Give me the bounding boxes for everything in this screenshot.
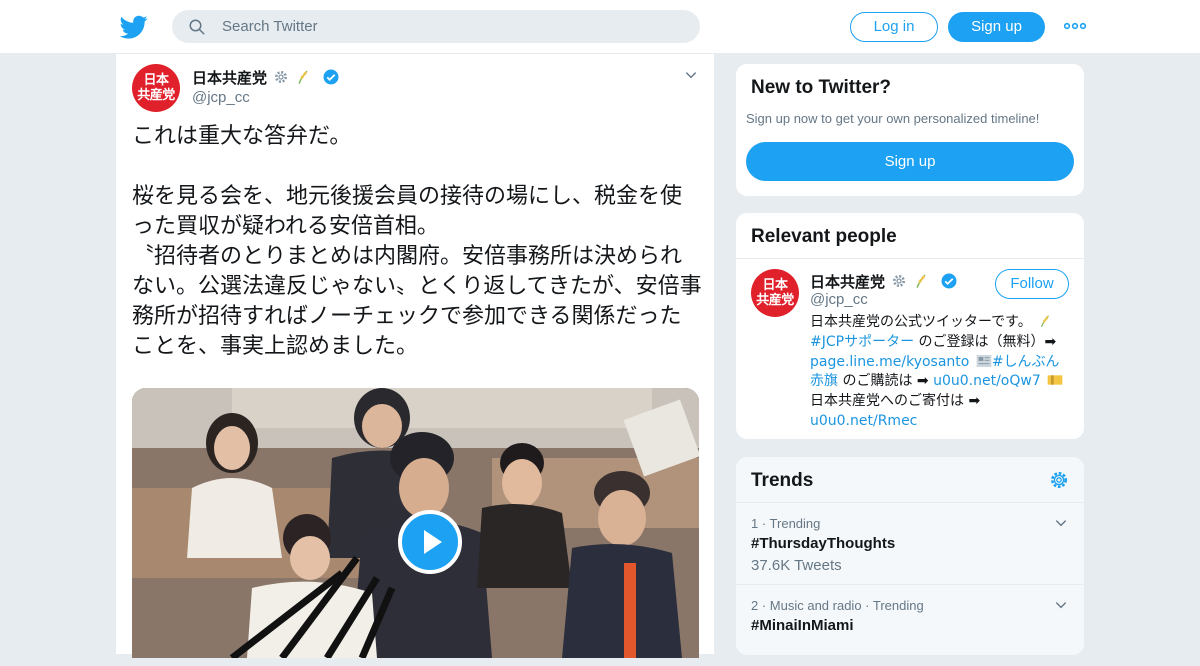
trend-name[interactable]: #MinaiInMiami <box>751 617 854 634</box>
top-navigation-bar: Log in Sign up <box>0 0 1200 54</box>
tweet-video[interactable] <box>132 388 699 658</box>
relevant-people-title: Relevant people <box>751 226 897 247</box>
bio-text: のご登録は（無料）➡ <box>914 333 1057 350</box>
url-link[interactable]: page.line.me/kyosanto <box>810 354 969 370</box>
tweet-text: これは重大な答弁だ。 桜を見る会を、地元後援会員の接待の場にし、税金を使った買収… <box>132 124 702 359</box>
author-name[interactable]: 日本共産党 <box>192 67 340 88</box>
trend-meta: 2 · Music and radio · Trending <box>751 598 924 613</box>
signup-button[interactable]: Sign up <box>948 12 1045 42</box>
play-icon <box>424 530 442 554</box>
gear-emoji-icon <box>275 71 288 83</box>
verified-badge-icon <box>323 69 339 85</box>
gear-emoji-icon <box>893 275 906 287</box>
author-name-text: 日本共産党 <box>192 69 268 87</box>
money-emoji-icon <box>1047 375 1063 386</box>
twitter-bird-icon[interactable] <box>120 13 148 41</box>
trend-count: 37.6K Tweets <box>751 557 842 574</box>
trends-title: Trends <box>751 470 814 491</box>
person-bio: 日本共産党の公式ツイッターです。 #JCPサポーター のご登録は（無料）➡ pa… <box>810 313 1072 432</box>
chevron-down-icon[interactable] <box>684 68 698 82</box>
avatar-text-line2: 共産党 <box>137 88 175 103</box>
chevron-down-icon[interactable] <box>1054 598 1068 612</box>
new-to-twitter-card: New to Twitter? Sign up now to get your … <box>735 63 1085 197</box>
rice-plant-emoji-icon <box>1041 315 1050 328</box>
login-button[interactable]: Log in <box>850 12 938 42</box>
hashtag-link[interactable]: #JCPサポーター <box>810 334 914 350</box>
gear-icon[interactable] <box>1049 470 1069 490</box>
bio-text: 日本共産党へのご寄付は ➡ <box>810 393 981 410</box>
bio-text: 日本共産党の公式ツイッターです。 <box>810 314 1032 330</box>
chevron-down-icon[interactable] <box>1054 516 1068 530</box>
play-button[interactable] <box>398 510 462 574</box>
url-link[interactable]: u0u0.net/oQw7 <box>933 373 1041 389</box>
url-link[interactable]: u0u0.net/Rmec <box>810 413 917 429</box>
avatar-text-line2: 共産党 <box>756 293 794 308</box>
author-avatar[interactable]: 日本 共産党 <box>132 64 180 112</box>
divider <box>736 258 1084 259</box>
trend-name[interactable]: #ThursdayThoughts <box>751 535 895 552</box>
more-options-icon[interactable] <box>1063 18 1087 34</box>
follow-button[interactable]: Follow <box>995 269 1069 299</box>
person-handle[interactable]: @jcp_cc <box>810 291 868 308</box>
trends-card: Trends 1 · Trending #ThursdayThoughts 37… <box>735 456 1085 656</box>
verified-badge-icon <box>941 273 957 289</box>
person-name-text: 日本共産党 <box>810 273 886 291</box>
tweet-card: 日本 共産党 日本共産党 @jcp_cc これは重大な答弁だ。 桜を見る会を、地… <box>115 54 715 658</box>
newspaper-emoji-icon <box>976 354 992 367</box>
avatar-text-line1: 日本 <box>762 278 788 293</box>
rice-plant-emoji-icon <box>298 70 308 84</box>
new-to-twitter-subtitle: Sign up now to get your own personalized… <box>746 111 1040 126</box>
new-to-twitter-title: New to Twitter? <box>751 77 892 98</box>
sidebar-signup-button[interactable]: Sign up <box>746 142 1074 181</box>
author-handle[interactable]: @jcp_cc <box>192 89 250 106</box>
trend-item[interactable]: 1 · Trending #ThursdayThoughts 37.6K Twe… <box>736 502 1084 584</box>
person-avatar[interactable]: 日本 共産党 <box>751 269 799 317</box>
trend-item[interactable]: 2 · Music and radio · Trending #MinaiInM… <box>736 584 1084 666</box>
search-icon <box>189 19 205 35</box>
search-input[interactable] <box>222 10 682 43</box>
trend-meta: 1 · Trending <box>751 516 821 531</box>
relevant-people-card: Relevant people 日本 共産党 日本共産党 @jcp_cc Fol… <box>735 212 1085 440</box>
avatar-text-line1: 日本 <box>143 73 169 88</box>
person-name[interactable]: 日本共産党 <box>810 271 958 292</box>
bio-text: のご購読は ➡ <box>838 373 934 390</box>
search-bar[interactable] <box>172 10 700 43</box>
rice-plant-emoji-icon <box>916 274 926 288</box>
